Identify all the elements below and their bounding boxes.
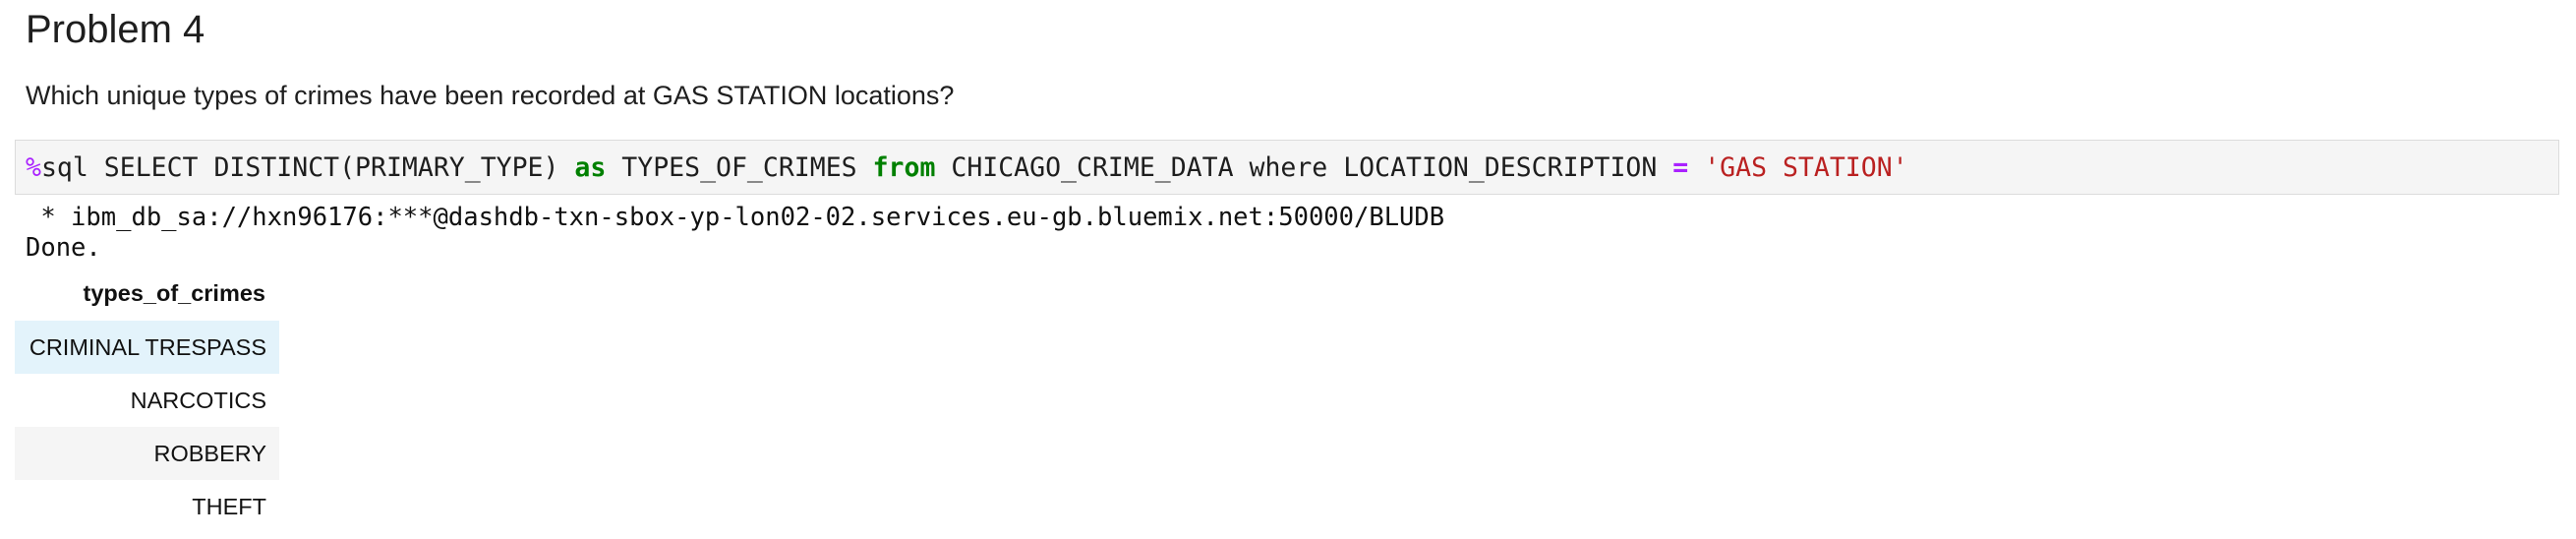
code-segment-space [1688,152,1704,183]
table-cell: CRIMINAL TRESPASS [15,321,279,374]
keyword-from: from [872,151,936,183]
column-header-types-of-crimes: types_of_crimes [15,266,279,321]
status-line: Done. [26,233,101,263]
table-row: CRIMINAL TRESPASS [15,321,279,374]
magic-prefix: % [26,151,41,183]
table-cell: ROBBERY [15,427,279,480]
cell-output: * ibm_db_sa://hxn96176:***@dashdb-txn-sb… [26,203,1444,264]
table-cell: THEFT [15,480,279,533]
code-segment-table: CHICAGO_CRIME_DATA where LOCATION_DESCRI… [935,151,1673,183]
table-cell: NARCOTICS [15,374,279,427]
sql-code-cell[interactable]: % sql SELECT DISTINCT(PRIMARY_TYPE) as TY… [15,140,2559,195]
connection-line: * ibm_db_sa://hxn96176:***@dashdb-txn-sb… [26,203,1445,232]
table-row: NARCOTICS [15,374,279,427]
problem-heading: Problem 4 [26,8,205,51]
table-header-row: types_of_crimes [15,266,279,321]
table-row: THEFT [15,480,279,533]
code-segment-alias: TYPES_OF_CRIMES [606,151,873,183]
problem-question: Which unique types of crimes have been r… [26,81,955,110]
result-table: types_of_crimes CRIMINAL TRESPASS NARCOT… [15,266,279,533]
notebook-area: Problem 4 Which unique types of crimes h… [0,0,2576,539]
keyword-as: as [574,151,607,183]
operator-equals: = [1672,151,1689,183]
string-literal: 'GAS STATION' [1704,151,1908,183]
code-segment-select: sql SELECT DISTINCT(PRIMARY_TYPE) [40,151,575,183]
table-row: ROBBERY [15,427,279,480]
